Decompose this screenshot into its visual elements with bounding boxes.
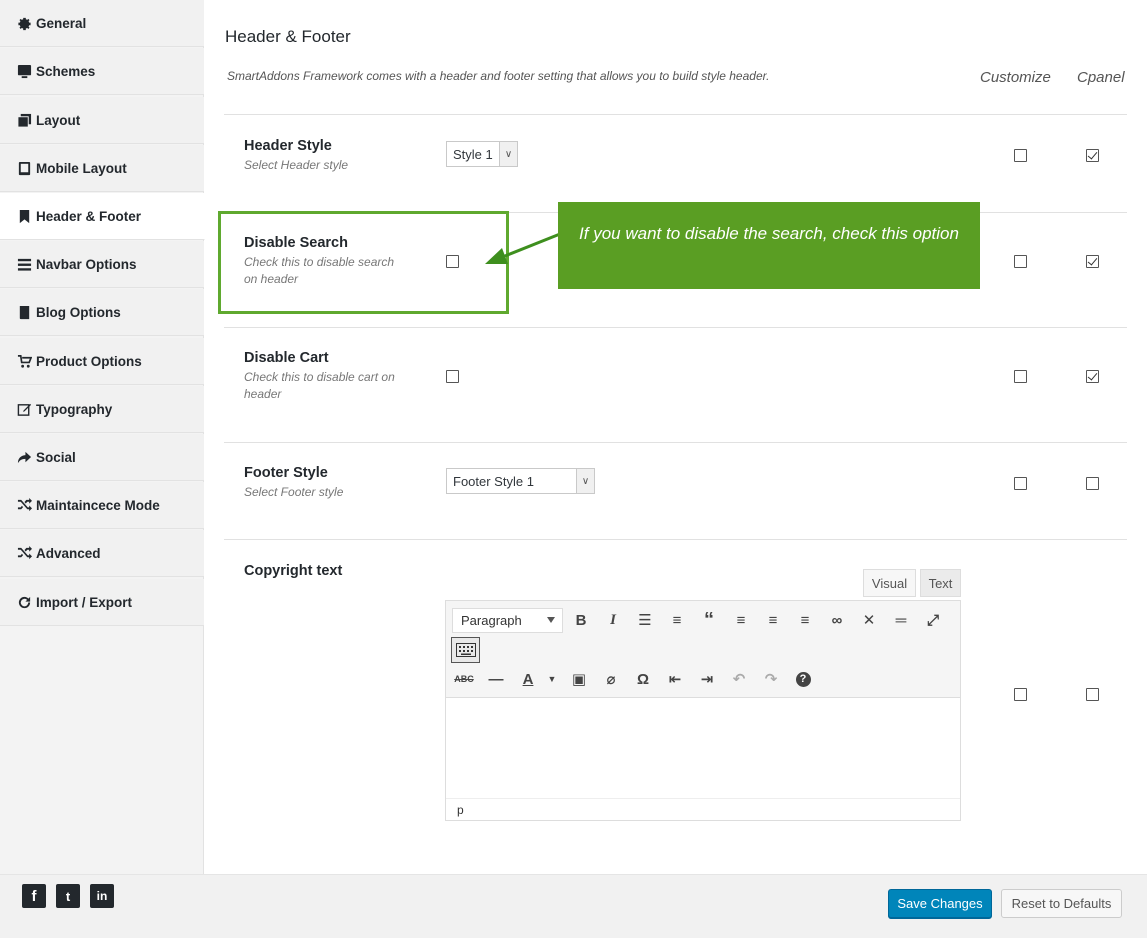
refresh-icon xyxy=(16,594,32,610)
fullscreen-icon[interactable]: ⤢ xyxy=(921,608,945,632)
align-center-icon[interactable]: ≡ xyxy=(761,608,785,632)
disable-search-customize-checkbox[interactable] xyxy=(1014,255,1027,268)
read-more-icon[interactable]: ═ xyxy=(889,608,913,632)
shuffle-icon xyxy=(16,545,32,561)
divider xyxy=(224,442,1127,443)
horizontal-line-icon[interactable]: — xyxy=(484,667,508,691)
help-icon[interactable]: ? xyxy=(791,667,815,691)
sidebar-item-import-export[interactable]: Import / Export xyxy=(0,579,204,626)
footer-style-title: Footer Style xyxy=(244,465,328,481)
sidebar-item-advanced[interactable]: Advanced xyxy=(0,530,204,577)
column-header-cpanel: Cpanel xyxy=(1077,69,1125,86)
italic-icon[interactable]: I xyxy=(601,608,625,632)
copyright-customize-checkbox[interactable] xyxy=(1014,688,1027,701)
undo-icon[interactable]: ↶ xyxy=(727,667,751,691)
header-style-select[interactable]: Style 1 ∨ xyxy=(446,141,518,167)
sidebar-item-general[interactable]: General xyxy=(0,0,204,47)
header-style-cpanel-checkbox[interactable] xyxy=(1086,149,1099,162)
copyright-cpanel-checkbox[interactable] xyxy=(1086,688,1099,701)
sidebar: General Schemes Layout Mobile Layout Hea… xyxy=(0,0,205,874)
section-description: SmartAddons Framework comes with a heade… xyxy=(227,69,770,83)
bookmark-icon xyxy=(16,208,32,224)
share-icon xyxy=(16,449,32,465)
sidebar-item-product-options[interactable]: Product Options xyxy=(0,338,204,385)
twitter-icon[interactable]: t xyxy=(56,884,80,908)
monitor-icon xyxy=(16,63,32,79)
link-icon[interactable]: ∞ xyxy=(825,608,849,632)
copyright-title: Copyright text xyxy=(244,563,343,579)
bold-icon[interactable]: B xyxy=(569,608,593,632)
copy-icon xyxy=(16,112,32,128)
sidebar-item-typography[interactable]: Typography xyxy=(0,386,204,433)
reset-defaults-button[interactable]: Reset to Defaults xyxy=(1001,889,1122,918)
disable-cart-subtitle: Check this to disable cart on header xyxy=(244,370,395,401)
chevron-down-icon: ∨ xyxy=(576,469,594,493)
column-header-customize: Customize xyxy=(980,69,1051,86)
footer-style-cpanel-checkbox[interactable] xyxy=(1086,477,1099,490)
copyright-editor: Paragraph B I ☰ ≡ “ ≡ ≡ ≡ ∞ ✕ ═ ⤢ ABC — … xyxy=(445,600,961,821)
footer-style-select[interactable]: Footer Style 1 ∨ xyxy=(446,468,595,494)
editor-status-path: p xyxy=(446,798,960,820)
disable-cart-checkbox[interactable] xyxy=(446,370,459,383)
disable-cart-customize-checkbox[interactable] xyxy=(1014,370,1027,383)
format-select[interactable]: Paragraph xyxy=(452,608,563,633)
disable-search-subtitle: Check this to disable search on header xyxy=(244,255,395,286)
sidebar-item-navbar-options[interactable]: Navbar Options xyxy=(0,241,204,288)
strikethrough-icon[interactable]: ABC xyxy=(452,667,476,691)
callout-arrow xyxy=(485,232,561,264)
cart-icon xyxy=(16,353,32,369)
header-style-subtitle: Select Header style xyxy=(244,158,349,172)
page-title: Header & Footer xyxy=(225,27,351,46)
text-color-icon[interactable]: A xyxy=(516,667,540,691)
sidebar-item-maintenance-mode[interactable]: Maintaincece Mode xyxy=(0,482,204,529)
chevron-down-icon[interactable]: ▼ xyxy=(540,667,564,691)
redo-icon[interactable]: ↷ xyxy=(759,667,783,691)
divider xyxy=(224,114,1127,115)
sidebar-item-blog-options[interactable]: Blog Options xyxy=(0,289,204,336)
toolbar-toggle-icon[interactable] xyxy=(451,637,480,663)
tab-visual[interactable]: Visual xyxy=(863,569,916,597)
divider xyxy=(224,539,1127,540)
disable-search-cpanel-checkbox[interactable] xyxy=(1086,255,1099,268)
facebook-icon[interactable]: f xyxy=(22,884,46,908)
footer-style-customize-checkbox[interactable] xyxy=(1014,477,1027,490)
chevron-down-icon: ∨ xyxy=(499,142,517,166)
special-character-icon[interactable]: Ω xyxy=(631,667,655,691)
shuffle-icon xyxy=(16,497,32,513)
disable-search-checkbox[interactable] xyxy=(446,255,459,268)
unlink-icon[interactable]: ✕ xyxy=(857,608,881,632)
sidebar-item-social[interactable]: Social xyxy=(0,434,204,481)
sidebar-item-mobile-layout[interactable]: Mobile Layout xyxy=(0,145,204,192)
numbered-list-icon[interactable]: ≡ xyxy=(665,608,689,632)
clear-formatting-icon[interactable]: ⌀ xyxy=(599,667,623,691)
callout-note: If you want to disable the search, check… xyxy=(558,202,980,289)
header-style-customize-checkbox[interactable] xyxy=(1014,149,1027,162)
bars-icon xyxy=(16,256,32,272)
tab-text[interactable]: Text xyxy=(920,569,961,597)
divider xyxy=(224,327,1127,328)
gear-icon xyxy=(16,15,32,31)
tablet-icon xyxy=(16,160,32,176)
sidebar-item-schemes[interactable]: Schemes xyxy=(0,48,204,95)
edit-icon xyxy=(16,401,32,417)
paste-text-icon[interactable]: ▣ xyxy=(567,667,591,691)
header-style-title: Header Style xyxy=(244,138,332,154)
disable-cart-cpanel-checkbox[interactable] xyxy=(1086,370,1099,383)
align-left-icon[interactable]: ≡ xyxy=(729,608,753,632)
align-right-icon[interactable]: ≡ xyxy=(793,608,817,632)
disable-search-title: Disable Search xyxy=(244,235,348,251)
bullet-list-icon[interactable]: ☰ xyxy=(633,608,657,632)
editor-toolbar: Paragraph B I ☰ ≡ “ ≡ ≡ ≡ ∞ ✕ ═ ⤢ ABC — … xyxy=(446,601,960,698)
linkedin-icon[interactable]: in xyxy=(90,884,114,908)
disable-cart-title: Disable Cart xyxy=(244,350,329,366)
sidebar-item-header-footer[interactable]: Header & Footer xyxy=(0,193,205,240)
footer-style-subtitle: Select Footer style xyxy=(244,485,344,499)
blockquote-icon[interactable]: “ xyxy=(697,608,721,632)
editor-content-area[interactable] xyxy=(446,699,960,798)
book-icon xyxy=(16,304,32,320)
save-changes-button[interactable]: Save Changes xyxy=(888,889,992,918)
outdent-icon[interactable]: ⇤ xyxy=(663,667,687,691)
indent-icon[interactable]: ⇥ xyxy=(695,667,719,691)
sidebar-item-layout[interactable]: Layout xyxy=(0,97,204,144)
